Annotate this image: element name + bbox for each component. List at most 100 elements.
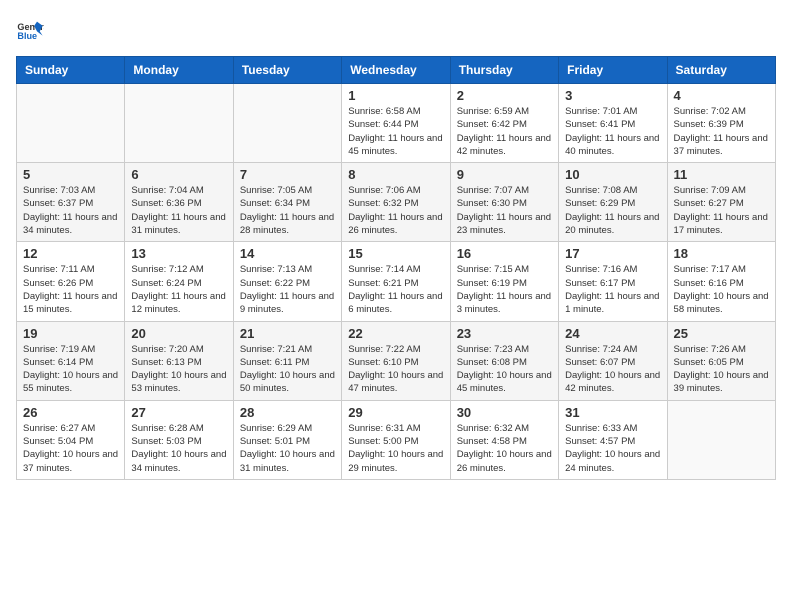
calendar-cell: 11 Sunrise: 7:09 AM Sunset: 6:27 PM Dayli… bbox=[667, 163, 775, 242]
day-number: 12 bbox=[23, 246, 118, 261]
day-info: Sunrise: 7:01 AM Sunset: 6:41 PM Dayligh… bbox=[565, 105, 660, 158]
day-number: 20 bbox=[131, 326, 226, 341]
calendar-cell bbox=[667, 400, 775, 479]
day-number: 23 bbox=[457, 326, 552, 341]
calendar-cell: 16Sunrise: 7:15 AM Sunset: 6:19 PM Dayli… bbox=[450, 242, 558, 321]
calendar-cell bbox=[125, 84, 233, 163]
day-info: Sunrise: 7:09 AM Sunset: 6:27 PM Dayligh… bbox=[674, 184, 769, 237]
calendar-cell: 1 Sunrise: 6:58 AM Sunset: 6:44 PM Daylig… bbox=[342, 84, 450, 163]
calendar-cell: 9 Sunrise: 7:07 AM Sunset: 6:30 PM Daylig… bbox=[450, 163, 558, 242]
day-info: Sunrise: 7:14 AM Sunset: 6:21 PM Dayligh… bbox=[348, 263, 443, 316]
day-number: 27 bbox=[131, 405, 226, 420]
day-number: 4 bbox=[674, 88, 769, 103]
day-number: 5 bbox=[23, 167, 118, 182]
day-number: 25 bbox=[674, 326, 769, 341]
calendar-cell: 2 Sunrise: 6:59 AM Sunset: 6:42 PM Daylig… bbox=[450, 84, 558, 163]
weekday-header-wednesday: Wednesday bbox=[342, 57, 450, 84]
day-info: Sunrise: 6:29 AM Sunset: 5:01 PM Dayligh… bbox=[240, 422, 335, 475]
day-info: Sunrise: 7:21 AM Sunset: 6:11 PM Dayligh… bbox=[240, 343, 335, 396]
day-info: Sunrise: 6:33 AM Sunset: 4:57 PM Dayligh… bbox=[565, 422, 660, 475]
day-info: Sunrise: 7:19 AM Sunset: 6:14 PM Dayligh… bbox=[23, 343, 118, 396]
day-info: Sunrise: 6:31 AM Sunset: 5:00 PM Dayligh… bbox=[348, 422, 443, 475]
day-number: 7 bbox=[240, 167, 335, 182]
calendar-cell bbox=[17, 84, 125, 163]
calendar-cell: 28 Sunrise: 6:29 AM Sunset: 5:01 PM Dayli… bbox=[233, 400, 341, 479]
calendar-cell bbox=[233, 84, 341, 163]
day-info: Sunrise: 7:26 AM Sunset: 6:05 PM Dayligh… bbox=[674, 343, 769, 396]
day-info: Sunrise: 7:23 AM Sunset: 6:08 PM Dayligh… bbox=[457, 343, 552, 396]
calendar-cell: 29 Sunrise: 6:31 AM Sunset: 5:00 PM Dayli… bbox=[342, 400, 450, 479]
day-number: 3 bbox=[565, 88, 660, 103]
calendar-cell: 22 Sunrise: 7:22 AM Sunset: 6:10 PM Dayli… bbox=[342, 321, 450, 400]
day-info: Sunrise: 7:13 AM Sunset: 6:22 PM Dayligh… bbox=[240, 263, 335, 316]
weekday-header-saturday: Saturday bbox=[667, 57, 775, 84]
day-info: Sunrise: 7:12 AM Sunset: 6:24 PM Dayligh… bbox=[131, 263, 226, 316]
day-info: Sunrise: 7:24 AM Sunset: 6:07 PM Dayligh… bbox=[565, 343, 660, 396]
calendar-cell: 14 Sunrise: 7:13 AM Sunset: 6:22 PM Dayli… bbox=[233, 242, 341, 321]
day-info: Sunrise: 7:03 AM Sunset: 6:37 PM Dayligh… bbox=[23, 184, 118, 237]
day-info: Sunrise: 6:59 AM Sunset: 6:42 PM Dayligh… bbox=[457, 105, 552, 158]
weekday-header-tuesday: Tuesday bbox=[233, 57, 341, 84]
calendar-cell: 12 Sunrise: 7:11 AM Sunset: 6:26 PM Dayli… bbox=[17, 242, 125, 321]
day-info: Sunrise: 6:32 AM Sunset: 4:58 PM Dayligh… bbox=[457, 422, 552, 475]
day-number: 10 bbox=[565, 167, 660, 182]
calendar-cell: 15 Sunrise: 7:14 AM Sunset: 6:21 PM Dayli… bbox=[342, 242, 450, 321]
day-number: 6 bbox=[131, 167, 226, 182]
calendar-cell: 30Sunrise: 6:32 AM Sunset: 4:58 PM Dayli… bbox=[450, 400, 558, 479]
day-info: Sunrise: 7:07 AM Sunset: 6:30 PM Dayligh… bbox=[457, 184, 552, 237]
calendar-cell: 17Sunrise: 7:16 AM Sunset: 6:17 PM Dayli… bbox=[559, 242, 667, 321]
calendar-cell: 18 Sunrise: 7:17 AM Sunset: 6:16 PM Dayli… bbox=[667, 242, 775, 321]
day-number: 9 bbox=[457, 167, 552, 182]
day-info: Sunrise: 7:20 AM Sunset: 6:13 PM Dayligh… bbox=[131, 343, 226, 396]
day-number: 19 bbox=[23, 326, 118, 341]
calendar-cell: 7Sunrise: 7:05 AM Sunset: 6:34 PM Daylig… bbox=[233, 163, 341, 242]
weekday-header-friday: Friday bbox=[559, 57, 667, 84]
day-number: 21 bbox=[240, 326, 335, 341]
svg-text:Blue: Blue bbox=[17, 31, 37, 41]
calendar-cell: 27 Sunrise: 6:28 AM Sunset: 5:03 PM Dayli… bbox=[125, 400, 233, 479]
calendar-cell: 19 Sunrise: 7:19 AM Sunset: 6:14 PM Dayli… bbox=[17, 321, 125, 400]
day-number: 26 bbox=[23, 405, 118, 420]
calendar-cell: 3 Sunrise: 7:01 AM Sunset: 6:41 PM Daylig… bbox=[559, 84, 667, 163]
day-info: Sunrise: 7:16 AM Sunset: 6:17 PM Dayligh… bbox=[565, 263, 660, 316]
day-number: 29 bbox=[348, 405, 443, 420]
calendar-cell: 6 Sunrise: 7:04 AM Sunset: 6:36 PM Daylig… bbox=[125, 163, 233, 242]
day-info: Sunrise: 7:04 AM Sunset: 6:36 PM Dayligh… bbox=[131, 184, 226, 237]
day-number: 18 bbox=[674, 246, 769, 261]
calendar-cell: 25 Sunrise: 7:26 AM Sunset: 6:05 PM Dayli… bbox=[667, 321, 775, 400]
calendar-cell: 13 Sunrise: 7:12 AM Sunset: 6:24 PM Dayli… bbox=[125, 242, 233, 321]
page-header: General Blue bbox=[16, 16, 776, 44]
day-number: 14 bbox=[240, 246, 335, 261]
calendar-cell: 24 Sunrise: 7:24 AM Sunset: 6:07 PM Dayli… bbox=[559, 321, 667, 400]
day-info: Sunrise: 6:58 AM Sunset: 6:44 PM Dayligh… bbox=[348, 105, 443, 158]
logo: General Blue bbox=[16, 16, 44, 44]
calendar-table: SundayMondayTuesdayWednesdayThursdayFrid… bbox=[16, 56, 776, 480]
weekday-header-monday: Monday bbox=[125, 57, 233, 84]
day-number: 22 bbox=[348, 326, 443, 341]
day-number: 24 bbox=[565, 326, 660, 341]
day-number: 1 bbox=[348, 88, 443, 103]
calendar-cell: 21 Sunrise: 7:21 AM Sunset: 6:11 PM Dayli… bbox=[233, 321, 341, 400]
day-number: 2 bbox=[457, 88, 552, 103]
calendar-cell: 10 Sunrise: 7:08 AM Sunset: 6:29 PM Dayli… bbox=[559, 163, 667, 242]
day-number: 16 bbox=[457, 246, 552, 261]
calendar-cell: 5 Sunrise: 7:03 AM Sunset: 6:37 PM Daylig… bbox=[17, 163, 125, 242]
day-number: 15 bbox=[348, 246, 443, 261]
day-info: Sunrise: 6:27 AM Sunset: 5:04 PM Dayligh… bbox=[23, 422, 118, 475]
calendar-cell: 26 Sunrise: 6:27 AM Sunset: 5:04 PM Dayli… bbox=[17, 400, 125, 479]
day-number: 11 bbox=[674, 167, 769, 182]
day-number: 31 bbox=[565, 405, 660, 420]
day-number: 13 bbox=[131, 246, 226, 261]
day-number: 8 bbox=[348, 167, 443, 182]
day-info: Sunrise: 6:28 AM Sunset: 5:03 PM Dayligh… bbox=[131, 422, 226, 475]
day-info: Sunrise: 7:22 AM Sunset: 6:10 PM Dayligh… bbox=[348, 343, 443, 396]
calendar-cell: 23 Sunrise: 7:23 AM Sunset: 6:08 PM Dayli… bbox=[450, 321, 558, 400]
day-info: Sunrise: 7:08 AM Sunset: 6:29 PM Dayligh… bbox=[565, 184, 660, 237]
day-info: Sunrise: 7:17 AM Sunset: 6:16 PM Dayligh… bbox=[674, 263, 769, 316]
day-info: Sunrise: 7:11 AM Sunset: 6:26 PM Dayligh… bbox=[23, 263, 118, 316]
weekday-header-thursday: Thursday bbox=[450, 57, 558, 84]
calendar-cell: 20 Sunrise: 7:20 AM Sunset: 6:13 PM Dayli… bbox=[125, 321, 233, 400]
day-info: Sunrise: 7:02 AM Sunset: 6:39 PM Dayligh… bbox=[674, 105, 769, 158]
day-info: Sunrise: 7:06 AM Sunset: 6:32 PM Dayligh… bbox=[348, 184, 443, 237]
day-number: 28 bbox=[240, 405, 335, 420]
